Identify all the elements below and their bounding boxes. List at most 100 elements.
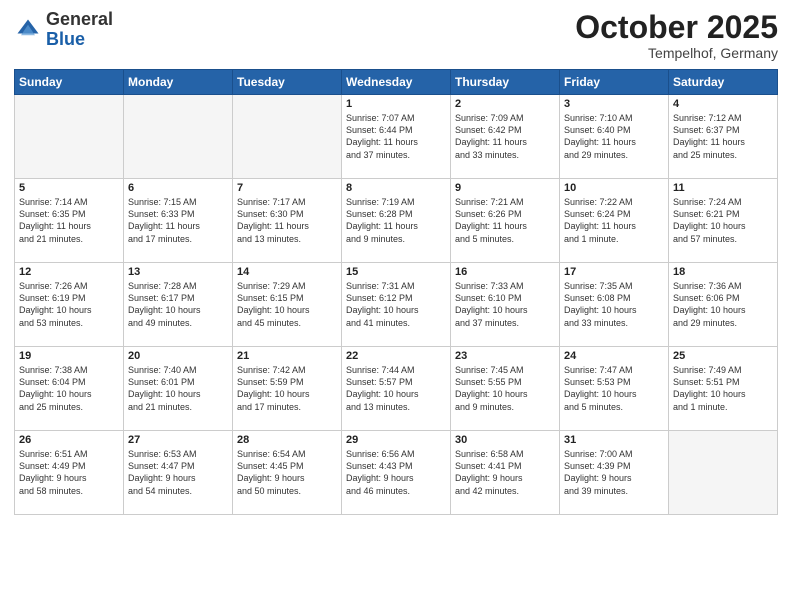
day-cell: 17Sunrise: 7:35 AM Sunset: 6:08 PM Dayli… (560, 263, 669, 347)
day-info: Sunrise: 7:19 AM Sunset: 6:28 PM Dayligh… (346, 196, 446, 245)
day-info: Sunrise: 7:33 AM Sunset: 6:10 PM Dayligh… (455, 280, 555, 329)
weekday-friday: Friday (560, 70, 669, 95)
day-info: Sunrise: 6:54 AM Sunset: 4:45 PM Dayligh… (237, 448, 337, 497)
day-cell: 7 Sunrise: 7:17 AM Sunset: 6:30 PM Daylig… (233, 179, 342, 263)
day-info: Sunrise: 7:22 AM Sunset: 6:24 PM Dayligh… (564, 196, 664, 245)
day-cell: 1 Sunrise: 7:07 AM Sunset: 6:44 PM Daylig… (342, 95, 451, 179)
day-info: Sunrise: 7:38 AM Sunset: 6:04 PM Dayligh… (19, 364, 119, 413)
month-title: October 2025 (575, 10, 778, 45)
day-cell: 3 Sunrise: 7:10 AM Sunset: 6:40 PM Daylig… (560, 95, 669, 179)
day-cell: 11 Sunrise: 7:24 AM Sunset: 6:21 PM Dayli… (669, 179, 778, 263)
weekday-header-row: SundayMondayTuesdayWednesdayThursdayFrid… (15, 70, 778, 95)
day-number: 22 (346, 350, 446, 362)
day-number: 28 (237, 434, 337, 446)
week-row-1: 5 Sunrise: 7:14 AM Sunset: 6:35 PM Daylig… (15, 179, 778, 263)
day-number: 1 (346, 98, 446, 110)
day-info: Sunrise: 7:00 AM Sunset: 4:39 PM Dayligh… (564, 448, 664, 497)
week-row-4: 26Sunrise: 6:51 AM Sunset: 4:49 PM Dayli… (15, 431, 778, 515)
day-cell: 27 Sunrise: 6:53 AM Sunset: 4:47 PM Dayli… (124, 431, 233, 515)
day-cell: 4 Sunrise: 7:12 AM Sunset: 6:37 PM Daylig… (669, 95, 778, 179)
title-block: October 2025 Tempelhof, Germany (575, 10, 778, 61)
day-cell: 6Sunrise: 7:15 AM Sunset: 6:33 PM Daylig… (124, 179, 233, 263)
weekday-tuesday: Tuesday (233, 70, 342, 95)
day-number: 18 (673, 266, 773, 278)
day-number: 17 (564, 266, 664, 278)
day-info: Sunrise: 6:51 AM Sunset: 4:49 PM Dayligh… (19, 448, 119, 497)
day-number: 13 (128, 266, 228, 278)
day-cell: 21Sunrise: 7:42 AM Sunset: 5:59 PM Dayli… (233, 347, 342, 431)
day-number: 15 (346, 266, 446, 278)
day-info: Sunrise: 7:14 AM Sunset: 6:35 PM Dayligh… (19, 196, 119, 245)
day-info: Sunrise: 7:29 AM Sunset: 6:15 PM Dayligh… (237, 280, 337, 329)
day-number: 3 (564, 98, 664, 110)
day-info: Sunrise: 7:09 AM Sunset: 6:42 PM Dayligh… (455, 112, 555, 161)
day-number: 23 (455, 350, 555, 362)
day-info: Sunrise: 7:07 AM Sunset: 6:44 PM Dayligh… (346, 112, 446, 161)
day-cell: 22 Sunrise: 7:44 AM Sunset: 5:57 PM Dayli… (342, 347, 451, 431)
day-number: 30 (455, 434, 555, 446)
logo-text: General Blue (46, 10, 113, 50)
day-number: 2 (455, 98, 555, 110)
day-cell (669, 431, 778, 515)
logo-general: General (46, 9, 113, 29)
day-cell: 20 Sunrise: 7:40 AM Sunset: 6:01 PM Dayli… (124, 347, 233, 431)
day-cell: 15Sunrise: 7:31 AM Sunset: 6:12 PM Dayli… (342, 263, 451, 347)
day-number: 12 (19, 266, 119, 278)
location: Tempelhof, Germany (575, 45, 778, 61)
day-cell: 14 Sunrise: 7:29 AM Sunset: 6:15 PM Dayli… (233, 263, 342, 347)
day-number: 24 (564, 350, 664, 362)
day-number: 19 (19, 350, 119, 362)
day-cell: 10 Sunrise: 7:22 AM Sunset: 6:24 PM Dayli… (560, 179, 669, 263)
day-number: 9 (455, 182, 555, 194)
day-number: 4 (673, 98, 773, 110)
logo-icon (14, 16, 42, 44)
day-cell: 8 Sunrise: 7:19 AM Sunset: 6:28 PM Daylig… (342, 179, 451, 263)
day-info: Sunrise: 7:47 AM Sunset: 5:53 PM Dayligh… (564, 364, 664, 413)
day-info: Sunrise: 7:40 AM Sunset: 6:01 PM Dayligh… (128, 364, 228, 413)
day-info: Sunrise: 7:28 AM Sunset: 6:17 PM Dayligh… (128, 280, 228, 329)
day-number: 5 (19, 182, 119, 194)
day-cell: 30 Sunrise: 6:58 AM Sunset: 4:41 PM Dayli… (451, 431, 560, 515)
weekday-saturday: Saturday (669, 70, 778, 95)
day-number: 8 (346, 182, 446, 194)
day-cell: 5 Sunrise: 7:14 AM Sunset: 6:35 PM Daylig… (15, 179, 124, 263)
day-cell: 28 Sunrise: 6:54 AM Sunset: 4:45 PM Dayli… (233, 431, 342, 515)
day-number: 31 (564, 434, 664, 446)
logo: General Blue (14, 10, 113, 50)
day-info: Sunrise: 7:10 AM Sunset: 6:40 PM Dayligh… (564, 112, 664, 161)
day-number: 21 (237, 350, 337, 362)
day-cell (15, 95, 124, 179)
day-info: Sunrise: 6:58 AM Sunset: 4:41 PM Dayligh… (455, 448, 555, 497)
week-row-2: 12 Sunrise: 7:26 AM Sunset: 6:19 PM Dayli… (15, 263, 778, 347)
day-cell: 19 Sunrise: 7:38 AM Sunset: 6:04 PM Dayli… (15, 347, 124, 431)
day-info: Sunrise: 7:49 AM Sunset: 5:51 PM Dayligh… (673, 364, 773, 413)
day-info: Sunrise: 7:21 AM Sunset: 6:26 PM Dayligh… (455, 196, 555, 245)
day-number: 10 (564, 182, 664, 194)
header: General Blue October 2025 Tempelhof, Ger… (14, 10, 778, 61)
day-number: 20 (128, 350, 228, 362)
week-row-0: 1 Sunrise: 7:07 AM Sunset: 6:44 PM Daylig… (15, 95, 778, 179)
day-cell: 16 Sunrise: 7:33 AM Sunset: 6:10 PM Dayli… (451, 263, 560, 347)
week-row-3: 19 Sunrise: 7:38 AM Sunset: 6:04 PM Dayli… (15, 347, 778, 431)
day-cell: 13 Sunrise: 7:28 AM Sunset: 6:17 PM Dayli… (124, 263, 233, 347)
day-info: Sunrise: 7:45 AM Sunset: 5:55 PM Dayligh… (455, 364, 555, 413)
day-cell: 26Sunrise: 6:51 AM Sunset: 4:49 PM Dayli… (15, 431, 124, 515)
day-info: Sunrise: 7:17 AM Sunset: 6:30 PM Dayligh… (237, 196, 337, 245)
day-info: Sunrise: 7:24 AM Sunset: 6:21 PM Dayligh… (673, 196, 773, 245)
day-cell: 2 Sunrise: 7:09 AM Sunset: 6:42 PM Daylig… (451, 95, 560, 179)
day-info: Sunrise: 6:56 AM Sunset: 4:43 PM Dayligh… (346, 448, 446, 497)
day-cell: 31 Sunrise: 7:00 AM Sunset: 4:39 PM Dayli… (560, 431, 669, 515)
day-number: 16 (455, 266, 555, 278)
day-number: 14 (237, 266, 337, 278)
day-cell: 9 Sunrise: 7:21 AM Sunset: 6:26 PM Daylig… (451, 179, 560, 263)
day-number: 29 (346, 434, 446, 446)
day-info: Sunrise: 7:44 AM Sunset: 5:57 PM Dayligh… (346, 364, 446, 413)
day-info: Sunrise: 7:26 AM Sunset: 6:19 PM Dayligh… (19, 280, 119, 329)
day-number: 27 (128, 434, 228, 446)
day-number: 7 (237, 182, 337, 194)
day-info: Sunrise: 6:53 AM Sunset: 4:47 PM Dayligh… (128, 448, 228, 497)
day-info: Sunrise: 7:12 AM Sunset: 6:37 PM Dayligh… (673, 112, 773, 161)
day-number: 6 (128, 182, 228, 194)
day-cell (124, 95, 233, 179)
day-number: 11 (673, 182, 773, 194)
